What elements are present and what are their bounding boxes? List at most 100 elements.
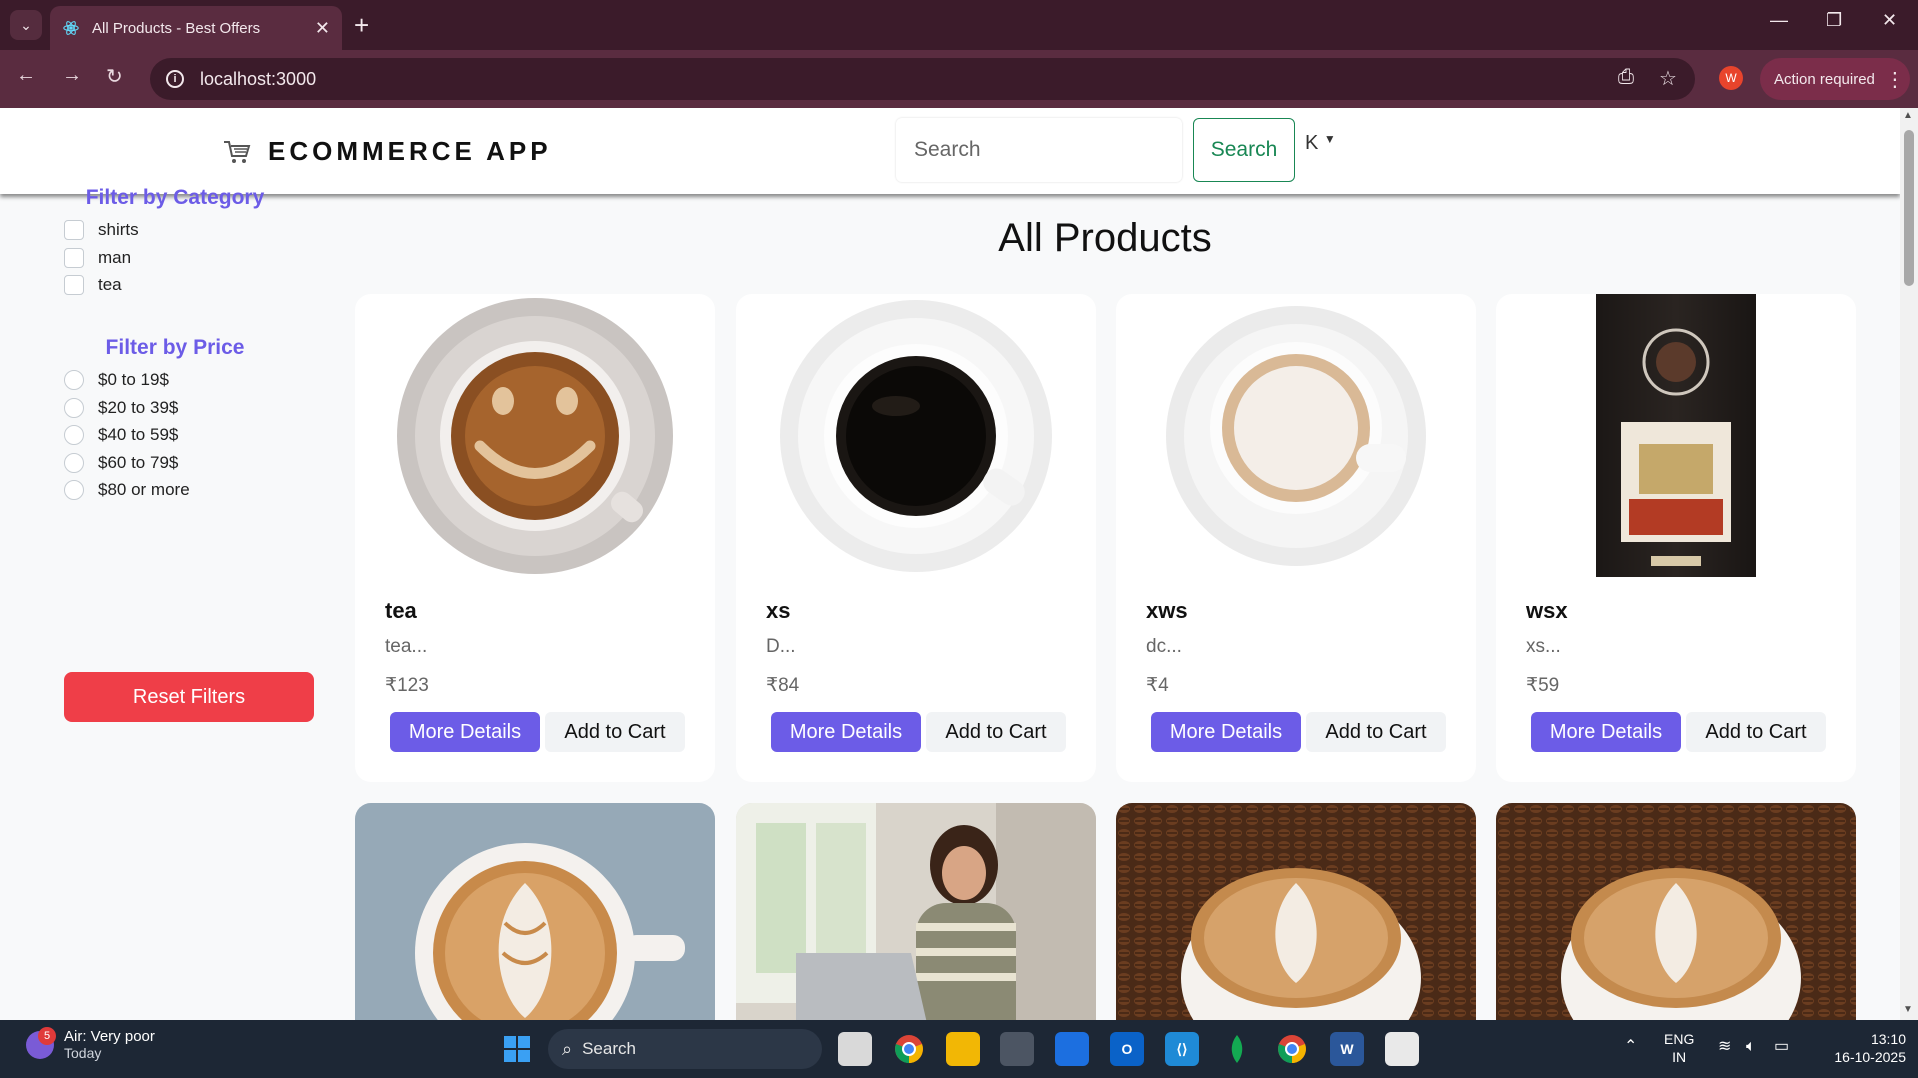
vscode-icon[interactable]: ⟨⟩	[1165, 1032, 1199, 1066]
volume-icon[interactable]: 🔈︎	[1746, 1038, 1756, 1056]
brand-name: ECOMMERCE APP	[268, 136, 552, 166]
windows-start-icon[interactable]	[500, 1032, 534, 1066]
mongodb-icon[interactable]	[1220, 1032, 1254, 1066]
product-description: D...	[766, 636, 796, 657]
weather-icon: 5	[26, 1026, 56, 1059]
product-card	[1496, 803, 1856, 1020]
reload-icon[interactable]: ↻	[106, 64, 123, 89]
minimize-icon[interactable]: —	[1770, 10, 1788, 31]
time: 13:10	[1870, 1031, 1906, 1047]
restore-icon[interactable]: ❐	[1826, 10, 1842, 31]
weather-subtitle: Today	[64, 1045, 102, 1061]
reset-filters-button[interactable]: Reset Filters	[64, 672, 314, 722]
radio-button[interactable]	[64, 425, 84, 445]
weather-title: Air: Very poor	[64, 1028, 155, 1045]
more-details-button[interactable]: More Details	[1151, 712, 1301, 752]
date: 16-10-2025	[1834, 1049, 1906, 1065]
latte-art-cup-image	[355, 803, 715, 1020]
product-price: ₹59	[1526, 675, 1560, 696]
price-label: $0 to 19$	[98, 370, 169, 389]
brand-link[interactable]: ECOMMERCE APP	[222, 136, 552, 167]
task-view-icon[interactable]	[838, 1032, 872, 1066]
product-card: tea tea... ₹123 More Details Add to Cart	[355, 294, 715, 782]
more-details-button[interactable]: More Details	[390, 712, 540, 752]
category-option[interactable]: tea	[64, 274, 122, 296]
product-name: xws	[1146, 598, 1188, 623]
forward-icon[interactable]: →	[62, 64, 82, 87]
weather-widget[interactable]: 5 Air: Very poor Today	[26, 1026, 155, 1061]
window-close-icon[interactable]: ✕	[1882, 10, 1897, 31]
install-app-icon[interactable]: ⎙	[1618, 66, 1634, 89]
language-indicator[interactable]: ENG IN	[1664, 1030, 1694, 1066]
app-icon[interactable]	[1055, 1032, 1089, 1066]
battery-icon[interactable]: ▭	[1774, 1038, 1789, 1056]
product-card: xs D... ₹84 More Details Add to Cart	[736, 294, 1096, 782]
back-icon[interactable]: ←	[16, 64, 36, 87]
chrome-icon[interactable]	[1275, 1032, 1309, 1066]
checkbox[interactable]	[64, 275, 84, 295]
white-coffee-cup-image	[1166, 305, 1426, 566]
wifi-icon[interactable]: ≋	[1718, 1038, 1731, 1056]
price-label: $60 to 79$	[98, 453, 179, 472]
product-card: wsx xs... ₹59 More Details Add to Cart	[1496, 294, 1856, 782]
scroll-thumb[interactable]	[1904, 130, 1914, 286]
site-header: ECOMMERCE APP Search K ▼	[0, 108, 1900, 194]
product-price: ₹84	[766, 675, 800, 696]
price-option[interactable]: $40 to 59$	[64, 424, 178, 446]
add-to-cart-button[interactable]: Add to Cart	[926, 712, 1066, 752]
new-tab-button[interactable]: +	[354, 10, 369, 40]
add-to-cart-button[interactable]: Add to Cart	[545, 712, 685, 752]
woman-at-laptop-image	[736, 803, 1096, 1020]
close-icon[interactable]: ✕	[315, 18, 330, 39]
app-icon[interactable]	[1000, 1032, 1034, 1066]
clock[interactable]: 13:10 16-10-2025	[1816, 1030, 1906, 1066]
price-option[interactable]: $60 to 79$	[64, 452, 178, 474]
add-to-cart-button[interactable]: Add to Cart	[1306, 712, 1446, 752]
category-option[interactable]: man	[64, 247, 131, 269]
user-initial: K	[1305, 132, 1319, 154]
bookmark-star-icon[interactable]: ☆	[1659, 66, 1677, 91]
coffee-bean-bag-image	[1596, 294, 1756, 577]
checkbox[interactable]	[64, 248, 84, 268]
site-info-icon[interactable]: i	[166, 70, 184, 88]
page-scrollbar[interactable]: ▲ ▼	[1900, 108, 1918, 1020]
chevron-up-icon[interactable]: ⌃	[1624, 1038, 1637, 1056]
price-option[interactable]: $0 to 19$	[64, 369, 169, 391]
windows-taskbar: 5 Air: Very poor Today ⌕ Search O ⟨⟩ W ⌃…	[0, 1020, 1918, 1078]
word-icon[interactable]: W	[1330, 1032, 1364, 1066]
action-required-button[interactable]: Action required ⋮	[1760, 58, 1910, 100]
user-dropdown[interactable]: K ▼	[1305, 132, 1336, 155]
product-name: wsx	[1526, 598, 1568, 623]
notification-badge: 5	[38, 1026, 56, 1045]
category-option[interactable]: shirts	[64, 219, 139, 241]
profile-avatar[interactable]: W	[1719, 66, 1743, 90]
tab-search-dropdown[interactable]: ⌄	[10, 10, 42, 40]
price-option[interactable]: $20 to 39$	[64, 397, 178, 419]
taskbar-search[interactable]: ⌕ Search	[548, 1029, 822, 1069]
radio-button[interactable]	[64, 398, 84, 418]
snipping-tool-icon[interactable]	[1385, 1032, 1419, 1066]
add-to-cart-button[interactable]: Add to Cart	[1686, 712, 1826, 752]
url-field[interactable]: i localhost:3000	[150, 58, 1695, 100]
search-input[interactable]	[896, 118, 1182, 182]
latte-on-beans-image	[1116, 803, 1476, 1020]
product-name: tea	[385, 598, 417, 623]
file-explorer-icon[interactable]	[946, 1032, 980, 1066]
checkbox[interactable]	[64, 220, 84, 240]
more-details-button[interactable]: More Details	[1531, 712, 1681, 752]
search-button[interactable]: Search	[1193, 118, 1295, 182]
product-description: dc...	[1146, 636, 1182, 657]
black-coffee-cup-image	[780, 299, 1052, 572]
scroll-up-icon[interactable]: ▲	[1903, 110, 1913, 121]
chrome-icon[interactable]	[892, 1032, 926, 1066]
browser-tab[interactable]: All Products - Best Offers ✕	[50, 6, 342, 50]
scroll-down-icon[interactable]: ▼	[1903, 1004, 1913, 1015]
radio-button[interactable]	[64, 370, 84, 390]
radio-button[interactable]	[64, 453, 84, 473]
radio-button[interactable]	[64, 480, 84, 500]
more-details-button[interactable]: More Details	[771, 712, 921, 752]
price-label: $40 to 59$	[98, 425, 179, 444]
outlook-icon[interactable]: O	[1110, 1032, 1144, 1066]
product-image	[736, 294, 1096, 577]
price-option[interactable]: $80 or more	[64, 479, 190, 501]
